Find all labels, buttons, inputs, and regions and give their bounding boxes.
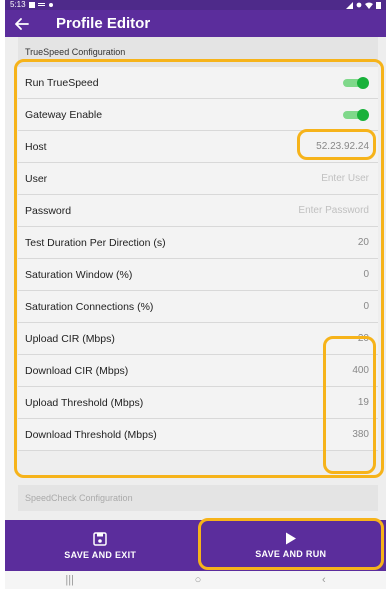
- device: 5:13 Profile Editor TrueSpeed Configurat…: [0, 0, 390, 589]
- save-and-exit-label: SAVE AND EXIT: [64, 549, 137, 560]
- saturation-connections-field[interactable]: 0: [363, 301, 369, 312]
- row-label: Password: [25, 204, 72, 217]
- row-label: Saturation Window (%): [25, 268, 133, 281]
- settings-rows: Run TrueSpeed Gateway Enable Host 52.23.…: [18, 67, 378, 451]
- row-label: User: [25, 172, 48, 185]
- notification-icon: [37, 3, 45, 6]
- test-duration-row[interactable]: Test Duration Per Direction (s) 20: [18, 227, 378, 259]
- save-icon: [93, 531, 107, 546]
- row-label: Upload Threshold (Mbps): [25, 396, 144, 409]
- upload-threshold-row[interactable]: Upload Threshold (Mbps) 19: [18, 387, 378, 419]
- row-label: Host: [25, 140, 47, 153]
- row-label: Download CIR (Mbps): [25, 364, 129, 377]
- bottom-action-bar: SAVE AND EXIT SAVE AND RUN: [5, 520, 386, 571]
- wifi-icon: [365, 2, 373, 9]
- upload-cir-field[interactable]: 20: [358, 333, 369, 344]
- saturation-window-row[interactable]: Saturation Window (%) 0: [18, 259, 378, 291]
- gateway-enable-toggle[interactable]: [343, 108, 369, 121]
- saturation-connections-row[interactable]: Saturation Connections (%) 0: [18, 291, 378, 323]
- test-duration-field[interactable]: 20: [358, 237, 369, 248]
- row-label: Test Duration Per Direction (s): [25, 236, 166, 249]
- section-header: TrueSpeed Configuration: [18, 37, 378, 67]
- battery-icon: [376, 1, 381, 9]
- notification-icon: [48, 3, 53, 7]
- row-label: Saturation Connections (%): [25, 300, 154, 313]
- app-bar: Profile Editor: [5, 10, 386, 37]
- gateway-enable-row[interactable]: Gateway Enable: [18, 99, 378, 131]
- recents-button[interactable]: |||: [65, 574, 74, 586]
- page-title: Profile Editor: [56, 15, 151, 32]
- row-label: Upload CIR (Mbps): [25, 332, 115, 345]
- save-and-run-label: SAVE AND RUN: [255, 549, 327, 559]
- upload-threshold-field[interactable]: 19: [358, 397, 369, 408]
- password-field[interactable]: Enter Password: [298, 205, 369, 216]
- download-cir-row[interactable]: Download CIR (Mbps) 400: [18, 355, 378, 387]
- status-bar: 5:13: [5, 0, 386, 10]
- location-icon: [356, 2, 362, 7]
- screen: 5:13 Profile Editor TrueSpeed Configurat…: [5, 0, 386, 589]
- next-section-header: SpeedCheck Configuration: [18, 485, 378, 511]
- home-button[interactable]: ○: [195, 574, 202, 586]
- user-field[interactable]: Enter User: [321, 173, 369, 184]
- save-and-exit-button[interactable]: SAVE AND EXIT: [5, 520, 196, 571]
- password-row[interactable]: Password Enter Password: [18, 195, 378, 227]
- status-time: 5:13: [10, 0, 26, 9]
- upload-cir-row[interactable]: Upload CIR (Mbps) 20: [18, 323, 378, 355]
- play-icon: [285, 532, 296, 545]
- arrow-left-icon: [15, 17, 29, 30]
- host-field[interactable]: 52.23.92.24: [316, 141, 369, 152]
- run-truespeed-toggle[interactable]: [343, 76, 369, 89]
- saturation-window-field[interactable]: 0: [363, 269, 369, 280]
- row-label: Run TrueSpeed: [25, 76, 99, 89]
- nav-back-button[interactable]: ‹: [322, 574, 326, 586]
- row-label: Download Threshold (Mbps): [25, 428, 157, 441]
- run-truespeed-row[interactable]: Run TrueSpeed: [18, 67, 378, 99]
- notification-icon: [28, 2, 35, 8]
- user-row[interactable]: User Enter User: [18, 163, 378, 195]
- row-label: Gateway Enable: [25, 108, 103, 121]
- download-cir-field[interactable]: 400: [352, 365, 369, 376]
- settings-list[interactable]: TrueSpeed Configuration Run TrueSpeed Ga…: [5, 37, 386, 520]
- system-nav-bar: ||| ○ ‹: [5, 571, 386, 589]
- download-threshold-field[interactable]: 380: [352, 429, 369, 440]
- back-button[interactable]: [8, 10, 36, 37]
- save-and-run-button[interactable]: SAVE AND RUN: [196, 520, 387, 571]
- download-threshold-row[interactable]: Download Threshold (Mbps) 380: [18, 419, 378, 451]
- host-row[interactable]: Host 52.23.92.24: [18, 131, 378, 163]
- signal-icon: [346, 1, 353, 9]
